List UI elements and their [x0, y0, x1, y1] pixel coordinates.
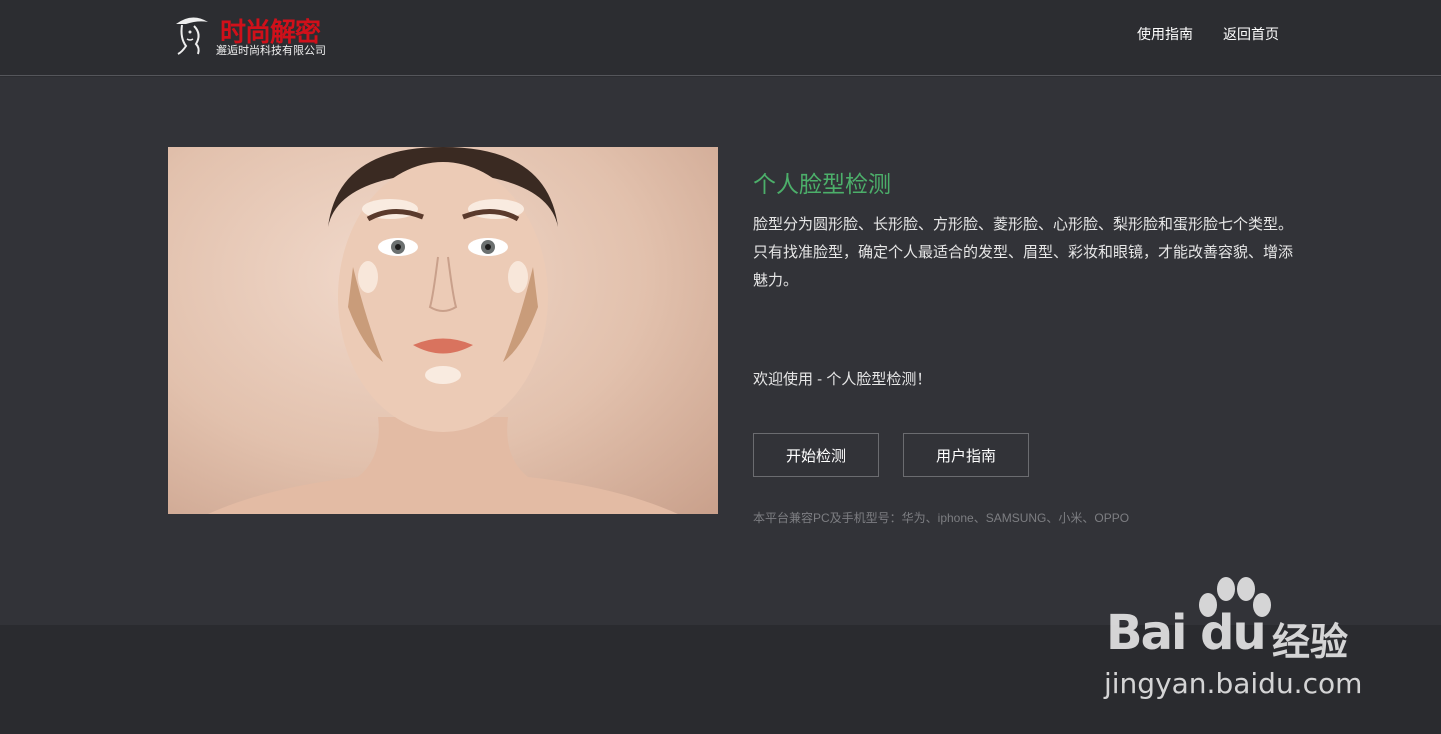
main-section: 个人脸型检测 脸型分为圆形脸、长形脸、方形脸、菱形脸、心形脸、梨形脸和蛋形脸七个… [0, 77, 1441, 625]
welcome-text: 欢迎使用 - 个人脸型检测！ [753, 371, 932, 388]
watermark-cn: 经验 [1272, 622, 1349, 664]
top-nav: 使用指南 返回首页 [1137, 24, 1279, 44]
nav-user-guide[interactable]: 使用指南 [1137, 24, 1193, 44]
face-contour-photo [168, 147, 718, 514]
intro-content: 个人脸型检测 脸型分为圆形脸、长形脸、方形脸、菱形脸、心形脸、梨形脸和蛋形脸七个… [753, 165, 1313, 295]
compatibility-note: 本平台兼容PC及手机型号：华为、iphone、SAMSUNG、小米、OPPO [753, 511, 1130, 525]
action-buttons: 开始检测 用户指南 [753, 433, 1029, 477]
description: 脸型分为圆形脸、长形脸、方形脸、菱形脸、心形脸、梨形脸和蛋形脸七个类型。只有找准… [753, 216, 1294, 289]
logo-subtitle: 邂逅时尚科技有限公司 [216, 45, 326, 57]
site-logo[interactable]: 时尚解密 邂逅时尚科技有限公司 [172, 10, 347, 60]
start-detection-button[interactable]: 开始检测 [753, 433, 879, 477]
face-illustration [208, 147, 678, 514]
user-guide-button[interactable]: 用户指南 [903, 433, 1029, 477]
site-header: 时尚解密 邂逅时尚科技有限公司 使用指南 返回首页 [0, 0, 1441, 76]
watermark-url: jingyan.baidu.com [1104, 667, 1363, 700]
watermark-logo: Bai du [1106, 605, 1267, 661]
page-title: 个人脸型检测 [753, 171, 891, 197]
baidu-jingyan-watermark: Bai du 经验 jingyan.baidu.com [1100, 575, 1370, 705]
nav-home[interactable]: 返回首页 [1223, 24, 1279, 44]
hat-woman-icon [176, 17, 208, 55]
